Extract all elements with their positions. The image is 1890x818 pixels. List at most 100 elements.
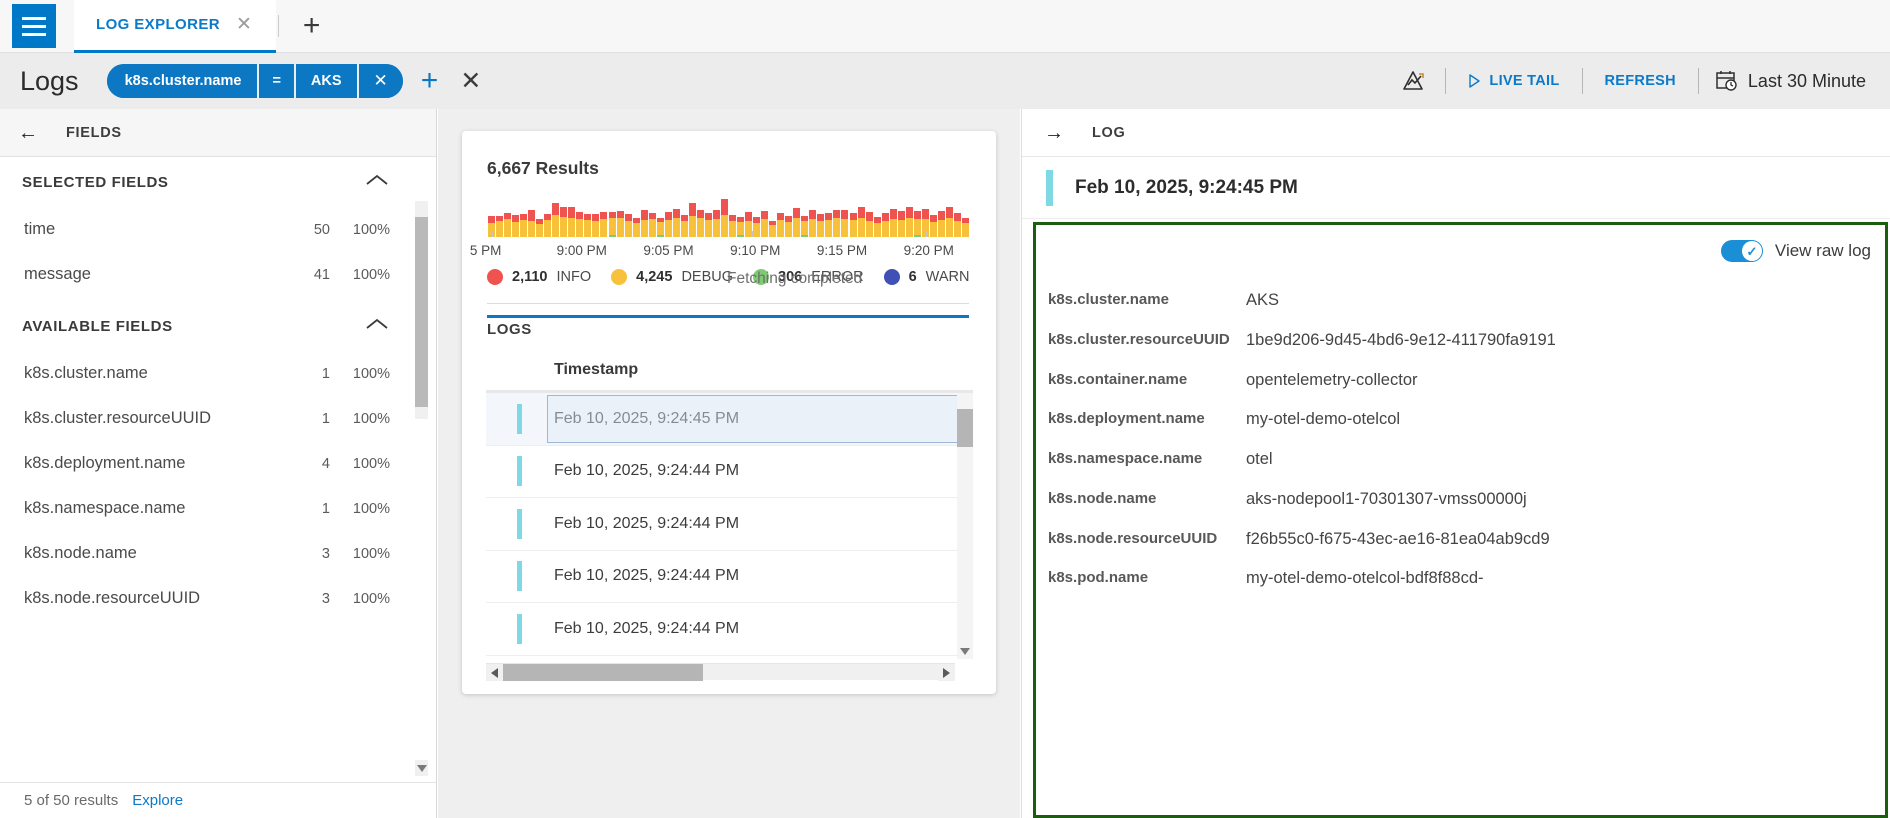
tab-log-explorer[interactable]: LOG EXPLORER ✕ — [74, 0, 276, 53]
table-horizontal-scrollbar-track[interactable] — [486, 663, 955, 681]
selected-field-row[interactable]: message 41 100% — [0, 252, 436, 297]
histogram-bar[interactable] — [576, 212, 584, 237]
histogram-bar[interactable] — [801, 216, 809, 237]
histogram-bar[interactable] — [528, 210, 536, 237]
log-field-row[interactable]: k8s.cluster.name AKS — [1048, 281, 1885, 321]
available-field-row[interactable]: k8s.cluster.name 1 100% — [0, 351, 436, 396]
histogram-bar[interactable] — [769, 221, 777, 237]
histogram-bar[interactable] — [608, 212, 616, 237]
histogram-bar[interactable] — [825, 213, 833, 237]
chevron-up-icon[interactable] — [364, 172, 390, 193]
filter-chip-key[interactable]: k8s.cluster.name — [106, 64, 258, 98]
histogram-bar[interactable] — [729, 215, 736, 237]
available-field-row[interactable]: k8s.node.name 3 100% — [0, 531, 436, 576]
histogram-bar[interactable] — [913, 211, 921, 237]
table-scroll-down-button[interactable] — [957, 643, 973, 659]
filter-chip-operator[interactable]: = — [257, 64, 296, 98]
histogram-bar[interactable] — [624, 214, 632, 237]
histogram-bar[interactable] — [496, 216, 504, 237]
histogram-bar[interactable] — [777, 213, 785, 237]
log-field-row[interactable]: k8s.node.name aks-nodepool1-70301307-vms… — [1048, 480, 1885, 520]
table-scroll-left-button[interactable] — [486, 664, 503, 681]
histogram-bar[interactable] — [937, 211, 945, 237]
histogram-bar[interactable] — [504, 213, 512, 237]
histogram-bar[interactable] — [680, 215, 688, 237]
histogram-bar[interactable] — [817, 214, 825, 237]
histogram-bar[interactable] — [552, 203, 560, 237]
time-range-selector[interactable]: Last 30 Minute — [1699, 70, 1882, 92]
histogram-bar[interactable] — [584, 214, 592, 237]
histogram-bar[interactable] — [945, 207, 953, 237]
selected-fields-section-header[interactable]: SELECTED FIELDS — [0, 157, 436, 207]
table-vertical-scrollbar-thumb[interactable] — [957, 409, 973, 447]
available-field-row[interactable]: k8s.cluster.resourceUUID 1 100% — [0, 396, 436, 441]
histogram-bar[interactable] — [512, 215, 520, 237]
log-field-row[interactable]: k8s.node.resourceUUID f26b55c0-f675-43ec… — [1048, 520, 1885, 560]
histogram-bar[interactable] — [897, 211, 905, 237]
histogram-bar[interactable] — [849, 213, 857, 237]
clear-filters-icon[interactable]: ✕ — [460, 68, 481, 94]
add-filter-icon[interactable]: + — [421, 66, 439, 96]
histogram-bar[interactable] — [873, 217, 881, 237]
histogram-bar[interactable] — [745, 212, 753, 237]
histogram-bar[interactable] — [785, 216, 793, 237]
available-fields-section-header[interactable]: AVAILABLE FIELDS — [0, 301, 436, 351]
histogram-bar[interactable] — [592, 214, 600, 237]
sidebar-footer-link[interactable]: Explore — [132, 792, 183, 809]
histogram-bar[interactable] — [672, 209, 680, 237]
histogram-bar[interactable] — [616, 211, 624, 237]
log-field-row[interactable]: k8s.container.name opentelemetry-collect… — [1048, 361, 1885, 401]
histogram-bar[interactable] — [648, 213, 656, 237]
histogram-bar[interactable] — [753, 217, 761, 237]
histogram-bar[interactable] — [544, 214, 552, 237]
available-field-row[interactable]: k8s.node.resourceUUID 3 100% — [0, 576, 436, 621]
log-field-row[interactable]: k8s.deployment.name my-otel-demo-otelcol — [1048, 400, 1885, 440]
table-row[interactable]: Feb 10, 2025, 9:24:44 PM — [486, 498, 973, 551]
log-field-row[interactable]: k8s.namespace.name otel — [1048, 440, 1885, 480]
view-raw-log-toggle[interactable]: ✓ — [1720, 240, 1763, 262]
table-row[interactable]: Feb 10, 2025, 9:24:44 PM — [486, 603, 973, 656]
close-icon[interactable]: ✕ — [230, 15, 258, 34]
histogram-bar[interactable] — [929, 215, 937, 237]
histogram-bar[interactable] — [720, 199, 728, 237]
histogram-bar[interactable] — [632, 218, 640, 237]
refresh-button[interactable]: REFRESH — [1583, 73, 1698, 89]
sidebar-scrollbar-thumb[interactable] — [415, 217, 428, 407]
legend-item-info[interactable]: 2,110 INFO — [487, 269, 591, 285]
histogram-bar[interactable] — [761, 211, 769, 237]
selected-field-row[interactable]: time 50 100% — [0, 207, 436, 252]
histogram-bar[interactable] — [841, 210, 849, 237]
histogram-bar[interactable] — [857, 207, 865, 237]
histogram-bar[interactable] — [881, 213, 889, 237]
histogram-bar[interactable] — [536, 219, 544, 237]
log-level-histogram[interactable] — [487, 197, 969, 237]
histogram-bar[interactable] — [520, 214, 528, 237]
histogram-bar[interactable] — [640, 210, 648, 237]
available-field-row[interactable]: k8s.namespace.name 1 100% — [0, 486, 436, 531]
chart-visualize-icon[interactable] — [1383, 69, 1445, 93]
histogram-bar[interactable] — [656, 218, 664, 237]
table-row[interactable]: Feb 10, 2025, 9:24:44 PM — [486, 446, 973, 498]
plus-icon[interactable]: + — [293, 11, 331, 41]
histogram-bar[interactable] — [865, 212, 873, 237]
histogram-bar[interactable] — [600, 212, 608, 237]
table-row[interactable]: Feb 10, 2025, 9:24:45 PM — [486, 393, 973, 446]
legend-item-debug[interactable]: 4,245 DEBUG — [611, 269, 733, 285]
histogram-bar[interactable] — [737, 217, 745, 237]
available-field-row[interactable]: k8s.deployment.name 4 100% — [0, 441, 436, 486]
histogram-bar[interactable] — [712, 210, 720, 237]
histogram-bar[interactable] — [905, 207, 913, 237]
filter-chip-value[interactable]: AKS — [295, 64, 357, 98]
table-row[interactable]: Feb 10, 2025, 9:24:44 PM — [486, 551, 973, 603]
column-header-timestamp[interactable]: Timestamp — [554, 361, 638, 379]
chevron-up-icon[interactable] — [364, 316, 390, 337]
histogram-bar[interactable] — [568, 207, 576, 237]
histogram-bar[interactable] — [560, 207, 568, 237]
table-scroll-right-button[interactable] — [938, 664, 955, 681]
live-tail-button[interactable]: LIVE TAIL — [1446, 73, 1581, 89]
table-horizontal-scrollbar-thumb[interactable] — [503, 664, 703, 681]
legend-item-warn[interactable]: 6 WARN — [883, 269, 969, 285]
histogram-bar[interactable] — [961, 218, 969, 237]
sidebar-scroll-down-button[interactable] — [415, 760, 428, 776]
menu-hamburger-icon[interactable] — [12, 4, 56, 48]
